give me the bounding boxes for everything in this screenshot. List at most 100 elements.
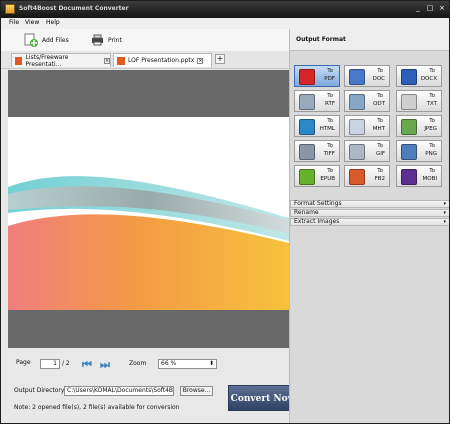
format-to-label: To [429,93,435,99]
expand-arrow-icon: ▾ [443,219,446,225]
browse-button[interactable]: Browse... [180,386,213,396]
tab-close-icon[interactable]: × [104,57,110,64]
format-name-label: MHT [372,126,385,132]
menu-file[interactable]: File [9,19,19,26]
format-gif-button[interactable]: To GIF [344,140,390,162]
format-settings-section[interactable]: Format Settings ▾ [290,200,449,208]
pdf-icon [299,69,315,85]
odt-icon [349,94,365,110]
format-html-button[interactable]: To HTML [294,115,340,137]
menu-help[interactable]: Help [46,19,60,26]
window-title: Soft4Boost Document Converter [19,5,129,12]
next-page-icon[interactable]: ⏭ [99,359,111,371]
document-preview [8,70,289,348]
format-name-label: TIFF [323,151,335,157]
section-label: Rename [294,209,319,216]
section-label: Format Settings [294,200,342,207]
format-to-label: To [429,68,435,74]
epub-icon [299,169,315,185]
output-format-title: Output Format [290,29,449,51]
zoom-dropdown-icon[interactable]: ⬍ [209,360,214,367]
menu-view[interactable]: View [25,19,39,26]
maximize-button[interactable]: □ [425,3,435,13]
format-to-label: To [327,68,333,74]
tab-lof-presentation[interactable]: LOF Presentation.pptx × [113,53,212,67]
app-window: Soft4Boost Document Converter _ □ × File… [0,0,450,424]
add-tab-button[interactable]: + [215,54,225,64]
format-to-label: To [429,168,435,174]
format-jpeg-button[interactable]: To JPEG [396,115,442,137]
format-to-label: To [327,143,333,149]
mobi-icon [401,169,417,185]
format-to-label: To [377,93,383,99]
format-pdf-button[interactable]: To PDF [294,65,340,87]
html-icon [299,119,315,135]
print-label: Print [108,36,122,44]
format-doc-button[interactable]: To DOC [344,65,390,87]
page-total: / 2 [62,360,70,367]
convert-now-button[interactable]: Convert Now [228,385,298,411]
conversion-note: Note: 2 opened file(s), 2 file(s) availa… [14,404,180,411]
close-button[interactable]: × [437,3,447,13]
add-files-icon [24,33,38,47]
format-to-label: To [377,143,383,149]
output-format-panel: Output Format To PDF To DOC To DOCX To RTF To ODT… [289,29,449,423]
pptx-file-icon [117,56,125,65]
format-name-label: EPUB [320,176,335,182]
gif-icon [349,144,365,160]
add-files-button[interactable]: Add Files [24,33,69,47]
format-docx-button[interactable]: To DOCX [396,65,442,87]
format-name-label: GIF [375,151,385,157]
format-name-label: TXT [426,101,437,107]
format-to-label: To [327,118,333,124]
expand-arrow-icon: ▾ [443,210,446,216]
format-odt-button[interactable]: To ODT [344,90,390,112]
format-fb2-button[interactable]: To FB2 [344,165,390,187]
format-name-label: MOBI [422,176,437,182]
title-bar: Soft4Boost Document Converter _ □ × [1,1,449,18]
format-txt-button[interactable]: To TXT [396,90,442,112]
minimize-button[interactable]: _ [413,3,423,13]
app-logo-icon [5,4,15,14]
slide-artwork [8,117,289,310]
tiff-icon [299,144,315,160]
rename-section[interactable]: Rename ▾ [290,209,449,217]
format-name-label: PNG [425,151,437,157]
tab-freeware-presentation[interactable]: Lists/Freeware Presentati... × [11,53,111,68]
jpeg-icon [401,119,417,135]
output-directory-input[interactable]: C:\Users\KOMAL\Documents\Soft4Boo [64,386,174,396]
format-mobi-button[interactable]: To MOBI [396,165,442,187]
add-files-label: Add Files [42,36,69,44]
page-label: Page [16,359,31,366]
format-epub-button[interactable]: To EPUB [294,165,340,187]
format-mht-button[interactable]: To MHT [344,115,390,137]
format-name-label: JPEG [424,126,437,132]
tab-close-icon[interactable]: × [197,57,204,64]
page-input[interactable]: 1 [40,359,60,369]
toolbar: Add Files Print [1,29,289,52]
format-tiff-button[interactable]: To TIFF [294,140,340,162]
format-rtf-button[interactable]: To RTF [294,90,340,112]
extract-images-section[interactable]: Extract Images ▾ [290,218,449,226]
viewer-footer: Page 1 / 2 ⏮ ⏭ Zoom 66 % ⬍ Output Direct… [1,352,298,423]
print-button[interactable]: Print [91,33,122,47]
format-name-label: DOC [372,76,385,82]
format-grid: To PDF To DOC To DOCX To RTF To ODT To TXT To HTML To M… [290,51,449,196]
document-tabs: Lists/Freeware Presentati... × LOF Prese… [1,51,289,69]
format-to-label: To [429,118,435,124]
tab-label: LOF Presentation.pptx [128,57,195,64]
output-directory-label: Output Directory: [14,387,66,394]
txt-icon [401,94,417,110]
format-to-label: To [429,143,435,149]
format-to-label: To [327,168,333,174]
format-png-button[interactable]: To PNG [396,140,442,162]
docx-icon [401,69,417,85]
fb2-icon [349,169,365,185]
mht-icon [349,119,365,135]
format-name-label: RTF [325,101,335,107]
format-name-label: PDF [324,76,335,82]
format-name-label: FB2 [374,176,385,182]
previous-page-icon[interactable]: ⏮ [81,359,93,371]
format-to-label: To [377,118,383,124]
format-to-label: To [377,68,383,74]
